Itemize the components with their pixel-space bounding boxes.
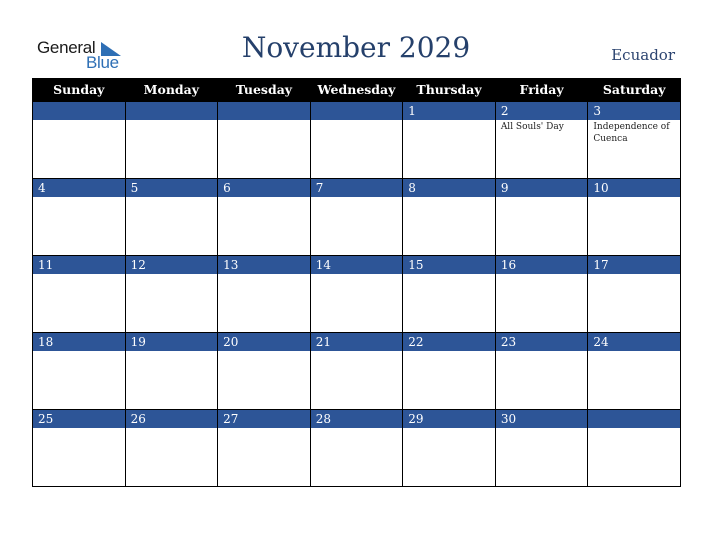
day-number: 1: [403, 102, 495, 120]
day-number: 27: [218, 410, 310, 428]
day-number: 6: [218, 179, 310, 197]
day-cell[interactable]: 17: [587, 255, 681, 333]
week-row: 4 5 6 7 8 9 10: [32, 178, 681, 256]
day-cell[interactable]: 25: [32, 409, 126, 487]
day-number: 10: [588, 179, 680, 197]
day-number: 26: [125, 410, 218, 428]
day-cell[interactable]: 13: [217, 255, 311, 333]
day-cell[interactable]: 8: [402, 178, 496, 256]
day-cell[interactable]: 22: [402, 332, 496, 410]
day-number: 23: [495, 333, 588, 351]
day-cell[interactable]: 10: [587, 178, 681, 256]
empty-day-cell: [124, 101, 219, 179]
day-cell[interactable]: 16: [494, 255, 589, 333]
week-row: 1 2 All Souls' Day 3 Independence of Cuenca: [32, 101, 681, 179]
day-number: [125, 102, 218, 120]
weekday-header-sunday: Sunday: [32, 78, 126, 102]
day-cell[interactable]: 11: [32, 255, 126, 333]
holiday-label: All Souls' Day: [500, 122, 564, 132]
day-number: 11: [33, 256, 125, 274]
day-cell[interactable]: 2 All Souls' Day: [494, 101, 589, 179]
day-cell[interactable]: 28: [309, 409, 404, 487]
day-cell[interactable]: 29: [402, 409, 496, 487]
day-number: 14: [310, 256, 403, 274]
empty-day-cell: [309, 101, 404, 179]
weekday-header-row: Sunday Monday Tuesday Wednesday Thursday Frid…: [32, 78, 681, 102]
day-number: 12: [125, 256, 218, 274]
day-cell[interactable]: 23: [494, 332, 589, 410]
day-number: 25: [33, 410, 125, 428]
day-number: 20: [218, 333, 310, 351]
day-number: 18: [33, 333, 125, 351]
week-row: 18 19 20 21 22 23 24: [32, 332, 681, 410]
day-number: 19: [125, 333, 218, 351]
day-cell[interactable]: 30: [494, 409, 589, 487]
day-cell[interactable]: 9: [494, 178, 589, 256]
day-cell[interactable]: 1: [402, 101, 496, 179]
day-cell[interactable]: 12: [124, 255, 219, 333]
day-number: 5: [125, 179, 218, 197]
day-number: [33, 102, 125, 120]
weekday-header-monday: Monday: [124, 78, 219, 102]
day-number: 15: [403, 256, 495, 274]
day-cell[interactable]: 21: [309, 332, 404, 410]
week-row: 11 12 13 14 15 16 17: [32, 255, 681, 333]
day-cell[interactable]: 26: [124, 409, 219, 487]
day-cell[interactable]: 18: [32, 332, 126, 410]
calendar-grid: Sunday Monday Tuesday Wednesday Thursday Frid…: [32, 78, 681, 487]
day-number: 22: [403, 333, 495, 351]
day-cell[interactable]: 20: [217, 332, 311, 410]
day-number: [310, 102, 403, 120]
day-number: [588, 410, 680, 428]
day-number: 24: [588, 333, 680, 351]
day-number: 4: [33, 179, 125, 197]
weekday-header-friday: Friday: [494, 78, 589, 102]
day-number: 28: [310, 410, 403, 428]
empty-day-cell: [587, 409, 681, 487]
weekday-header-tuesday: Tuesday: [217, 78, 311, 102]
country-label: Ecuador: [611, 46, 675, 64]
day-cell[interactable]: 19: [124, 332, 219, 410]
weekday-header-saturday: Saturday: [587, 78, 681, 102]
day-cell[interactable]: 4: [32, 178, 126, 256]
day-number: 17: [588, 256, 680, 274]
holiday-label: Independence of Cuenca: [593, 122, 670, 144]
day-number: 9: [495, 179, 588, 197]
day-number: 7: [310, 179, 403, 197]
day-cell[interactable]: 3 Independence of Cuenca: [587, 101, 681, 179]
day-cell[interactable]: 24: [587, 332, 681, 410]
day-cell[interactable]: 6: [217, 178, 311, 256]
page-title: November 2029: [241, 31, 471, 64]
day-cell[interactable]: 27: [217, 409, 311, 487]
day-cell[interactable]: 7: [309, 178, 404, 256]
day-number: 16: [495, 256, 588, 274]
day-number: 13: [218, 256, 310, 274]
day-number: 2: [495, 102, 588, 120]
day-number: [218, 102, 310, 120]
day-number: 8: [403, 179, 495, 197]
day-number: 21: [310, 333, 403, 351]
day-number: 30: [495, 410, 588, 428]
empty-day-cell: [32, 101, 126, 179]
empty-day-cell: [217, 101, 311, 179]
weekday-header-thursday: Thursday: [402, 78, 496, 102]
weekday-header-wednesday: Wednesday: [309, 78, 404, 102]
week-row: 25 26 27 28 29 30: [32, 409, 681, 487]
day-number: 3: [588, 102, 680, 120]
day-cell[interactable]: 14: [309, 255, 404, 333]
day-cell[interactable]: 5: [124, 178, 219, 256]
day-number: 29: [403, 410, 495, 428]
day-cell[interactable]: 15: [402, 255, 496, 333]
